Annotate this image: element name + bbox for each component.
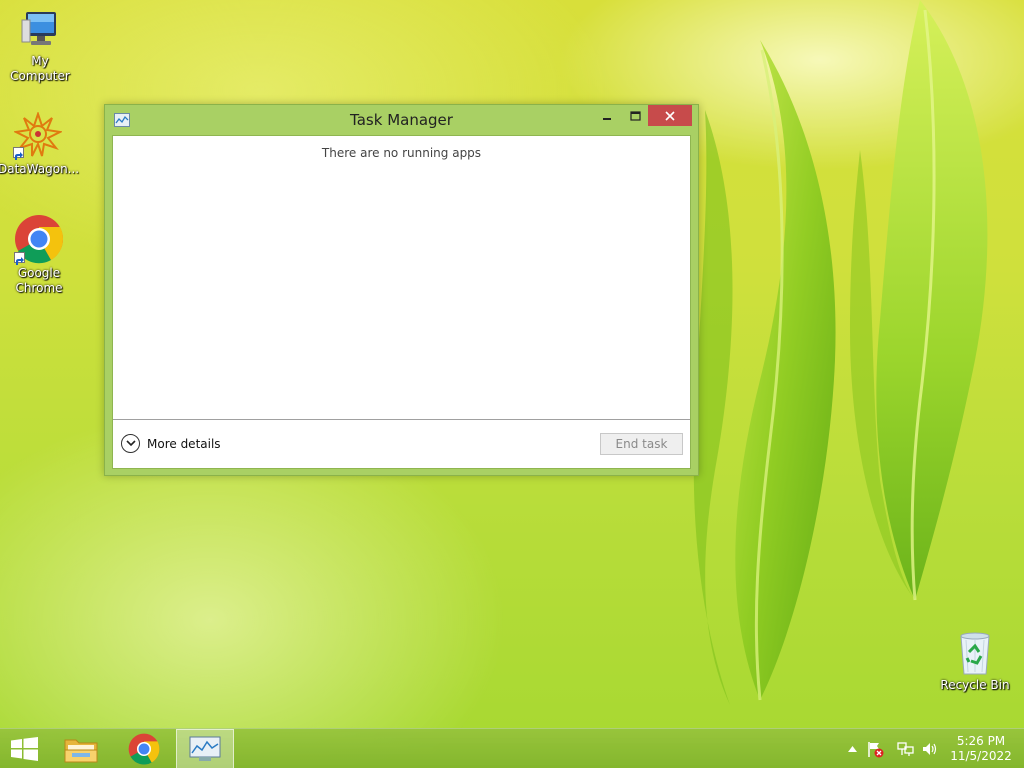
desktop-icon-label: DataWagon... [0, 162, 80, 176]
taskbar-task-manager[interactable] [176, 729, 234, 768]
windows-logo-icon [10, 737, 38, 761]
close-icon [665, 110, 675, 121]
desktop-icon-label: Google Chrome [15, 266, 63, 295]
network-button[interactable] [896, 739, 914, 759]
action-center-button[interactable] [866, 739, 884, 759]
show-hidden-icons-button[interactable] [843, 739, 861, 759]
chrome-icon [128, 733, 160, 765]
empty-state-message: There are no running apps [321, 146, 482, 160]
volume-button[interactable] [921, 739, 939, 759]
taskbar-file-explorer[interactable] [57, 729, 105, 768]
minimize-button[interactable] [593, 105, 621, 126]
end-task-button[interactable]: End task [600, 433, 683, 455]
chevron-up-icon [847, 746, 857, 752]
system-clock[interactable]: 5:26 PM 11/5/2022 [944, 734, 1018, 764]
task-manager-window[interactable]: Task Manager There are no running apps M… [104, 104, 699, 476]
folder-icon [64, 739, 98, 763]
desktop-icon-label: My Computer [10, 54, 70, 83]
clock-date: 11/5/2022 [950, 749, 1012, 763]
taskbar-google-chrome[interactable] [120, 729, 168, 768]
start-button[interactable] [0, 729, 48, 768]
task-manager-icon [189, 736, 221, 761]
recycle-bin-icon [960, 632, 990, 675]
action-center-flag-icon [867, 741, 883, 757]
more-details-label: More details [147, 436, 221, 451]
desktop-icon-my-computer[interactable]: My Computer [0, 8, 80, 84]
shortcut-arrow-icon [14, 252, 25, 265]
volume-icon [922, 743, 936, 755]
taskbar: 5:26 PM 11/5/2022 [0, 728, 1024, 768]
network-icon [896, 742, 914, 756]
desktop-icon-google-chrome[interactable]: Google Chrome [0, 214, 79, 296]
desktop-icon-recycle-bin[interactable]: Recycle Bin [935, 630, 1015, 693]
maximize-button[interactable] [621, 105, 649, 126]
chevron-down-icon [121, 434, 140, 453]
footer-divider [113, 419, 690, 420]
desktop-icon-datawagon[interactable]: DataWagon... [0, 112, 80, 177]
maximize-icon [629, 110, 641, 121]
close-button[interactable] [648, 105, 692, 126]
more-details-button[interactable]: More details [121, 434, 221, 453]
computer-icon [21, 12, 56, 45]
minimize-icon [603, 117, 611, 120]
shortcut-arrow-icon [13, 147, 24, 160]
clock-time: 5:26 PM [956, 734, 1006, 748]
title-bar[interactable]: Task Manager [105, 105, 698, 135]
desktop-icon-label: Recycle Bin [940, 678, 1010, 692]
task-list-panel: There are no running apps More details E… [112, 135, 691, 469]
